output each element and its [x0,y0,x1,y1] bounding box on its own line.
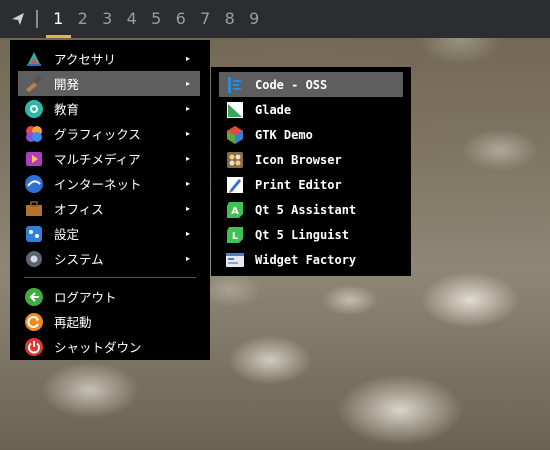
widget-factory-icon [225,250,245,270]
menu-item-label: Qt 5 Linguist [255,227,349,242]
submenu-item-print-editor[interactable]: Print Editor [219,172,403,197]
menu-item-label: シャットダウン [54,340,142,355]
menu-item-label: Print Editor [255,177,342,192]
menu-item-system[interactable]: システム ▸ [18,246,200,271]
workspace-7[interactable]: 7 [193,0,218,38]
workspace-1[interactable]: 1 [46,0,71,38]
menu-item-label: システム [54,252,104,267]
menu-item-settings[interactable]: 設定 ▸ [18,221,200,246]
development-submenu: Code - OSS Glade GTK Demo Icon Browser P… [211,67,411,276]
svg-text:L: L [232,231,239,242]
menu-item-label: ログアウト [54,290,117,305]
submenu-arrow-icon: ▸ [185,54,190,63]
menu-item-education[interactable]: 教育 ▸ [18,96,200,121]
logout-icon [24,287,44,307]
menu-item-label: アクセサリ [54,52,116,67]
code-oss-icon [225,75,245,95]
submenu-arrow-icon: ▸ [185,204,190,213]
reboot-button[interactable]: 再起動 [18,309,200,334]
development-icon [24,74,44,94]
menu-item-label: インターネット [54,177,142,192]
workspace-8[interactable]: 8 [218,0,243,38]
menu-divider [24,277,196,278]
menu-item-label: 教育 [54,102,80,117]
submenu-arrow-icon: ▸ [185,179,190,188]
education-icon [24,99,44,119]
workspace-2[interactable]: 2 [71,0,96,38]
submenu-arrow-icon: ▸ [185,104,190,113]
submenu-item-gtk-demo[interactable]: GTK Demo [219,122,403,147]
menu-item-development[interactable]: 開発 ▸ [18,71,200,96]
workspace-3[interactable]: 3 [95,0,120,38]
application-menu: アクセサリ ▸ 開発 ▸ 教育 ▸ グラフィックス ▸ マルチメディア ▸ イン… [10,40,210,360]
submenu-item-qt-linguist[interactable]: L Qt 5 Linguist [219,222,403,247]
submenu-item-icon-browser[interactable]: Icon Browser [219,147,403,172]
top-panel: 1 2 3 4 5 6 7 8 9 [0,0,550,38]
accessories-icon [24,49,44,69]
internet-icon [24,174,44,194]
shutdown-icon [24,337,44,357]
submenu-arrow-icon: ▸ [185,154,190,163]
submenu-arrow-icon: ▸ [185,254,190,263]
menu-item-label: 開発 [54,77,80,92]
menu-item-internet[interactable]: インターネット ▸ [18,171,200,196]
gtk-demo-icon [225,125,245,145]
panel-separator [36,10,38,28]
menu-item-office[interactable]: オフィス ▸ [18,196,200,221]
menu-item-label: Qt 5 Assistant [255,202,357,217]
menu-item-label: 再起動 [54,315,92,330]
multimedia-icon [24,149,44,169]
submenu-arrow-icon: ▸ [185,129,190,138]
settings-icon [24,224,44,244]
logout-button[interactable]: ログアウト [18,284,200,309]
icon-browser-icon [225,150,245,170]
glade-icon [225,100,245,120]
office-icon [24,199,44,219]
submenu-item-qt-assistant[interactable]: A Qt 5 Assistant [219,197,403,222]
reboot-icon [24,312,44,332]
menu-item-accessories[interactable]: アクセサリ ▸ [18,46,200,71]
paper-plane-icon [11,12,25,26]
shutdown-button[interactable]: シャットダウン [18,334,200,359]
launcher-button[interactable] [0,0,36,38]
menu-item-label: GTK Demo [255,127,313,142]
menu-item-label: 設定 [54,227,80,242]
qt-assistant-icon: A [225,200,245,220]
menu-item-label: オフィス [54,202,104,217]
svg-text:A: A [231,206,239,217]
workspace-5[interactable]: 5 [144,0,169,38]
workspace-9[interactable]: 9 [242,0,267,38]
qt-linguist-icon: L [225,225,245,245]
menu-item-label: Glade [255,102,292,117]
workspace-6[interactable]: 6 [169,0,194,38]
submenu-item-widget-factory[interactable]: Widget Factory [219,247,403,272]
menu-item-graphics[interactable]: グラフィックス ▸ [18,121,200,146]
submenu-arrow-icon: ▸ [185,229,190,238]
submenu-arrow-icon: ▸ [185,79,190,88]
graphics-icon [24,124,44,144]
system-icon [24,249,44,269]
submenu-item-glade[interactable]: Glade [219,97,403,122]
menu-item-label: Widget Factory [255,252,357,267]
menu-item-label: マルチメディア [54,152,141,167]
workspace-4[interactable]: 4 [120,0,145,38]
print-editor-icon [225,175,245,195]
menu-item-label: Code - OSS [255,77,328,92]
menu-item-label: グラフィックス [54,127,141,142]
menu-item-multimedia[interactable]: マルチメディア ▸ [18,146,200,171]
submenu-item-code-oss[interactable]: Code - OSS [219,72,403,97]
menu-item-label: Icon Browser [255,152,342,167]
